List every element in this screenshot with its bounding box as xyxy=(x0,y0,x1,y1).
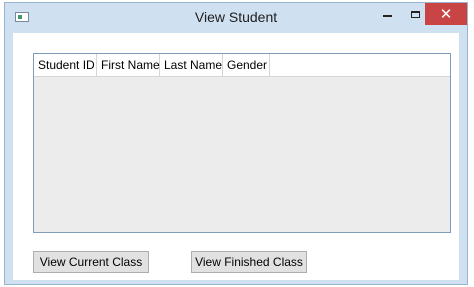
view-current-class-button[interactable]: View Current Class xyxy=(33,251,149,273)
grid-header: Student ID First Name Last Name Gender xyxy=(34,54,450,77)
maximize-icon xyxy=(410,10,420,18)
minimize-icon xyxy=(382,15,392,17)
view-finished-class-button[interactable]: View Finished Class xyxy=(191,251,307,273)
close-button[interactable]: ✕ xyxy=(425,3,467,25)
column-header-student-id[interactable]: Student ID xyxy=(34,54,97,76)
minimize-button[interactable] xyxy=(373,3,401,25)
student-grid[interactable]: Student ID First Name Last Name Gender xyxy=(33,53,451,233)
column-header-first-name[interactable]: First Name xyxy=(97,54,160,76)
column-header-gender[interactable]: Gender xyxy=(223,54,270,76)
column-header-last-name[interactable]: Last Name xyxy=(160,54,223,76)
title-bar[interactable]: View Student ✕ xyxy=(5,3,467,31)
window-client-area: Student ID First Name Last Name Gender V… xyxy=(13,33,459,280)
close-icon: ✕ xyxy=(439,6,453,23)
view-student-window: View Student ✕ Student ID First Name Las… xyxy=(4,2,468,285)
